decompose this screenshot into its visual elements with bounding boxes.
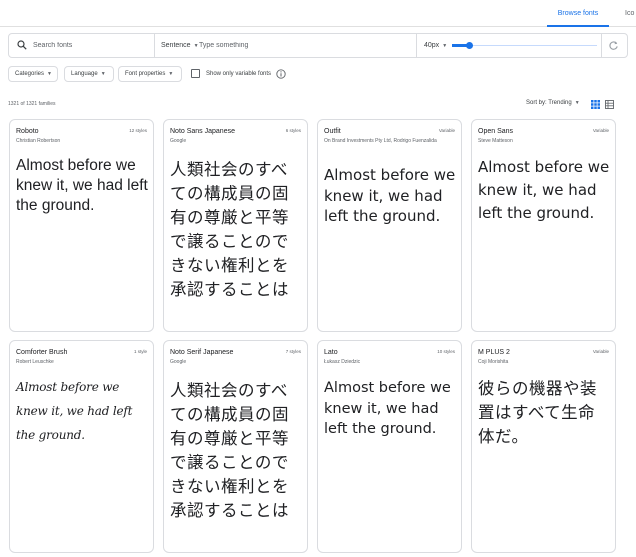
font-styles-count: Variable (438, 128, 455, 133)
font-name: Comforter Brush (16, 349, 68, 356)
tab-icons[interactable]: Ico (625, 0, 634, 27)
font-name: Lato (324, 349, 338, 356)
font-sample-text: Almost before we knew it, we had left th… (324, 380, 451, 437)
font-card-roboto[interactable]: Roboto 12 styles Christian Robertson Alm… (9, 119, 154, 332)
font-styles-count: Variable (592, 128, 609, 133)
font-author: Coji Morishita (478, 359, 509, 365)
font-name: Noto Serif Japanese (170, 349, 234, 356)
top-navigation: Browse fonts Ico (0, 0, 636, 27)
font-author: Google (170, 138, 187, 144)
divider (416, 34, 417, 57)
categories-label: Categories (15, 71, 45, 77)
search-field (9, 34, 154, 57)
font-name: Outfit (324, 128, 341, 135)
font-sample-text: 人類社会のすべての構成員の固有の尊厳と平等で譲ることのできない権利とを承認するこ… (170, 381, 289, 520)
variable-only-label: Show only variable fonts (206, 71, 272, 77)
preview-text-input[interactable] (199, 34, 409, 57)
language-filter[interactable]: Language ▼ (64, 66, 114, 82)
list-view-icon[interactable] (605, 100, 614, 109)
categories-filter[interactable]: Categories ▼ (8, 66, 58, 82)
reset-icon[interactable] (608, 40, 619, 51)
font-size-slider[interactable] (452, 42, 597, 49)
sort-label: Sort by: Trending (526, 100, 572, 106)
slider-track (452, 45, 597, 46)
search-toolbar: Sentence▼ 40px▼ (8, 33, 628, 58)
font-size-select[interactable]: 40px ▼ (424, 34, 447, 57)
font-name: Roboto (16, 128, 39, 135)
slider-thumb[interactable] (466, 42, 473, 49)
preview-mode-label: Sentence (161, 42, 191, 49)
caret-down-icon: ▼ (100, 71, 106, 77)
variable-only-checkbox[interactable] (191, 69, 200, 78)
font-sample-text: 人類社会のすべての構成員の固有の尊厳と平等で譲ることのできない権利とを承認するこ… (170, 160, 289, 299)
font-styles-count: Variable (592, 349, 609, 354)
font-card-noto-sans-japanese[interactable]: Noto Sans Japanese 6 styles Google 人類社会の… (163, 119, 308, 332)
results-count: 1321 of 1321 families (8, 101, 56, 107)
font-card-m-plus-2[interactable]: M PLUS 2 Variable Coji Morishita 彼らの機器や装… (471, 340, 616, 553)
caret-down-icon: ▼ (193, 43, 199, 49)
divider (154, 34, 155, 57)
grid-view-icon[interactable] (591, 100, 600, 109)
font-styles-count: 6 styles (285, 128, 301, 133)
font-card-open-sans[interactable]: Open Sans Variable Steve Matteson Almost… (471, 119, 616, 332)
font-author: Christian Robertson (16, 138, 61, 144)
font-styles-count: 1 style (133, 349, 147, 354)
font-name: Noto Sans Japanese (170, 128, 235, 135)
search-input[interactable] (33, 34, 151, 57)
font-sample-text: Almost before we knew it, we had left th… (478, 158, 610, 222)
divider (601, 34, 602, 57)
font-card-outfit[interactable]: Outfit Variable On Brand Investments Pty… (317, 119, 462, 332)
font-properties-filter[interactable]: Font properties ▼ (118, 66, 182, 82)
preview-mode-select[interactable]: Sentence ▼ (161, 34, 199, 57)
font-styles-count: 10 styles (437, 349, 455, 354)
search-icon (17, 40, 27, 50)
info-icon[interactable] (276, 69, 286, 79)
font-author: Google (170, 359, 187, 365)
font-styles-count: 12 styles (129, 128, 147, 133)
font-sample-text: Almost before we knew it, we had left th… (324, 166, 456, 225)
language-label: Language (71, 71, 98, 77)
font-author: On Brand Investments Pty Ltd, Rodrigo Fu… (324, 138, 437, 144)
font-author: Łukasz Dziedzic (324, 359, 361, 365)
sort-select[interactable]: Sort by: Trending ▼ (526, 100, 580, 106)
font-author: Robert Leuschke (16, 359, 54, 365)
font-sample-text: Almost before we knew it, we had left th… (16, 380, 133, 442)
font-sample-text: Almost before we knew it, we had left th… (16, 157, 148, 214)
font-card-noto-serif-japanese[interactable]: Noto Serif Japanese 7 styles Google 人類社会… (163, 340, 308, 553)
font-properties-label: Font properties (125, 71, 166, 77)
caret-down-icon: ▼ (574, 100, 580, 106)
font-sample-text: 彼らの機器や装置はすべて生命体だ。 (478, 379, 597, 446)
caret-down-icon: ▼ (47, 71, 52, 77)
caret-down-icon: ▼ (168, 71, 174, 77)
font-author: Steve Matteson (478, 138, 513, 144)
font-size-label: 40px (424, 42, 440, 49)
font-card-comforter-brush[interactable]: Comforter Brush 1 style Robert Leuschke … (9, 340, 154, 553)
caret-down-icon: ▼ (442, 43, 448, 49)
font-name: M PLUS 2 (478, 349, 510, 356)
tab-browse-fonts[interactable]: Browse fonts (547, 0, 609, 27)
font-name: Open Sans (478, 128, 514, 135)
font-card-lato[interactable]: Lato 10 styles Łukasz Dziedzic Almost be… (317, 340, 462, 553)
font-styles-count: 7 styles (285, 349, 301, 354)
